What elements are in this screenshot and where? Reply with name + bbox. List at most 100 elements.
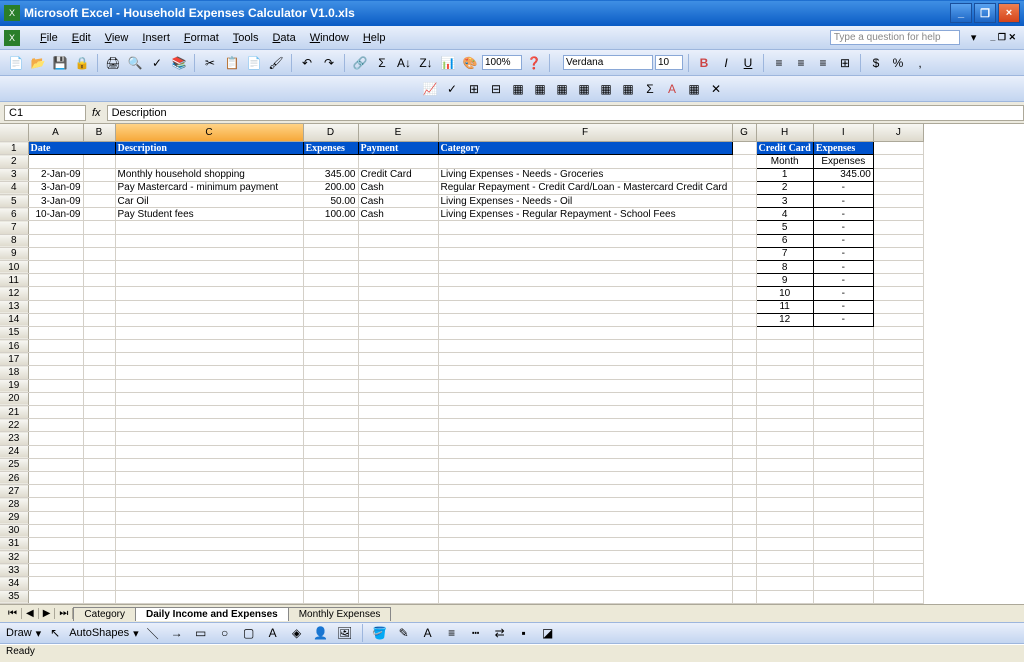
cell[interactable] <box>115 274 303 287</box>
cell[interactable] <box>756 524 813 537</box>
cell[interactable] <box>303 537 358 550</box>
cell[interactable] <box>438 471 732 484</box>
cell[interactable] <box>438 392 732 405</box>
align-center-icon[interactable]: ≡ <box>791 53 811 73</box>
row-header[interactable]: 3 <box>0 168 28 181</box>
tb2-icon[interactable]: ✓ <box>442 79 462 99</box>
row-header[interactable]: 32 <box>0 551 28 564</box>
cell[interactable] <box>28 590 83 603</box>
cell[interactable]: Expenses <box>813 155 873 168</box>
cell[interactable] <box>303 406 358 419</box>
row-header[interactable]: 26 <box>0 471 28 484</box>
row-header[interactable]: 20 <box>0 392 28 405</box>
linecolor-icon[interactable]: ✎ <box>394 623 414 643</box>
cell[interactable] <box>873 313 923 326</box>
cell[interactable] <box>83 537 115 550</box>
comma-icon[interactable]: , <box>910 53 930 73</box>
cell[interactable]: 7 <box>756 247 813 260</box>
cell[interactable] <box>83 353 115 366</box>
cell[interactable] <box>732 432 756 445</box>
cell[interactable] <box>756 419 813 432</box>
cell[interactable]: Cash <box>358 195 438 208</box>
cell[interactable] <box>813 537 873 550</box>
cell[interactable]: 11 <box>756 300 813 313</box>
row-header[interactable]: 29 <box>0 511 28 524</box>
cell[interactable] <box>303 260 358 273</box>
cell[interactable] <box>358 564 438 577</box>
line-icon[interactable]: ＼ <box>143 623 163 643</box>
cell[interactable]: 10 <box>756 287 813 300</box>
cell[interactable] <box>303 471 358 484</box>
cell[interactable]: - <box>813 181 873 194</box>
cell[interactable] <box>303 577 358 590</box>
cell[interactable] <box>813 406 873 419</box>
cell[interactable]: - <box>813 260 873 273</box>
cell[interactable] <box>28 155 83 168</box>
cell[interactable] <box>115 445 303 458</box>
column-header[interactable]: H <box>756 124 813 142</box>
cell[interactable]: 2-Jan-09 <box>28 168 83 181</box>
cell[interactable] <box>438 524 732 537</box>
cell[interactable] <box>28 537 83 550</box>
help-icon[interactable]: ❓ <box>524 53 544 73</box>
cell[interactable] <box>438 445 732 458</box>
tab-nav-last-icon[interactable]: ⏭ <box>55 608 73 619</box>
cell[interactable]: Living Expenses - Needs - Groceries <box>438 168 732 181</box>
cell[interactable]: - <box>813 247 873 260</box>
cell[interactable] <box>732 313 756 326</box>
cell[interactable] <box>28 340 83 353</box>
cell[interactable] <box>438 537 732 550</box>
cell[interactable] <box>438 260 732 273</box>
cell[interactable] <box>28 313 83 326</box>
cell[interactable] <box>358 511 438 524</box>
autoshapes-menu[interactable]: AutoShapes <box>69 627 129 639</box>
help-search[interactable] <box>823 27 967 48</box>
tb2-icon[interactable]: ⊟ <box>486 79 506 99</box>
cell[interactable] <box>115 340 303 353</box>
cell[interactable] <box>813 419 873 432</box>
hyperlink-icon[interactable]: 🔗 <box>350 53 370 73</box>
cell[interactable] <box>358 247 438 260</box>
sheet-tab[interactable]: Monthly Expenses <box>288 607 392 621</box>
cell[interactable] <box>756 511 813 524</box>
tab-nav-prev-icon[interactable]: ◀ <box>22 608 39 619</box>
cell[interactable] <box>303 221 358 234</box>
menu-file[interactable]: File <box>33 29 65 47</box>
cell[interactable] <box>873 432 923 445</box>
merge-icon[interactable]: ⊞ <box>835 53 855 73</box>
cell[interactable] <box>813 432 873 445</box>
cell[interactable] <box>873 155 923 168</box>
row-header[interactable]: 10 <box>0 260 28 273</box>
cell[interactable] <box>756 485 813 498</box>
clipart-icon[interactable]: 👤 <box>311 623 331 643</box>
sheet-tab[interactable]: Category <box>73 607 136 621</box>
cell[interactable] <box>83 419 115 432</box>
close-button[interactable]: × <box>998 3 1020 23</box>
font-selector[interactable] <box>563 55 653 70</box>
cell[interactable] <box>28 353 83 366</box>
cell[interactable]: - <box>813 274 873 287</box>
cell[interactable] <box>873 445 923 458</box>
cell[interactable] <box>756 379 813 392</box>
cell[interactable] <box>813 590 873 603</box>
cell[interactable] <box>28 551 83 564</box>
menu-help[interactable]: Help <box>356 29 393 47</box>
tb2-icon[interactable]: ▦ <box>530 79 550 99</box>
cell[interactable] <box>813 498 873 511</box>
zoom-input[interactable] <box>482 55 522 70</box>
cell[interactable] <box>28 366 83 379</box>
cell[interactable] <box>732 577 756 590</box>
cell[interactable] <box>303 564 358 577</box>
cell[interactable] <box>83 564 115 577</box>
cell[interactable] <box>873 234 923 247</box>
cell[interactable] <box>115 432 303 445</box>
cell[interactable] <box>115 551 303 564</box>
cell[interactable] <box>813 445 873 458</box>
cell[interactable] <box>358 471 438 484</box>
cell[interactable] <box>732 366 756 379</box>
draw-menu[interactable]: Draw <box>6 627 32 639</box>
tb2-icon[interactable]: ▦ <box>618 79 638 99</box>
cell[interactable] <box>813 366 873 379</box>
cell[interactable] <box>358 445 438 458</box>
cell[interactable] <box>732 471 756 484</box>
